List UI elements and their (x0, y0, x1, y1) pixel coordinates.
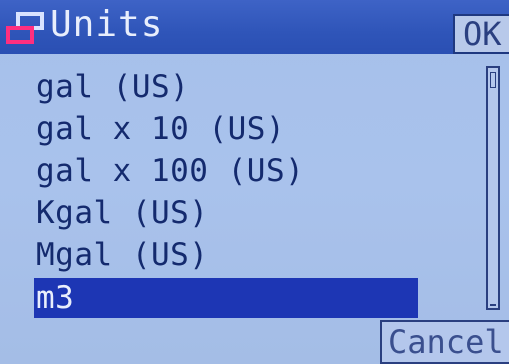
scroll-thumb[interactable] (490, 72, 496, 88)
list-item[interactable]: gal (US) (34, 66, 424, 108)
windows-icon (6, 12, 44, 44)
scroll-end-marker (490, 300, 496, 306)
units-dialog: Units OK gal (US) gal x 10 (US) gal x 10… (0, 0, 509, 364)
cancel-button[interactable]: Cancel (380, 320, 509, 364)
list-item[interactable]: gal x 100 (US) (34, 150, 424, 192)
scrollbar[interactable] (486, 66, 500, 310)
list-item[interactable]: Mgal (US) (34, 234, 424, 276)
units-list[interactable]: gal (US) gal x 10 (US) gal x 100 (US) Kg… (34, 66, 424, 318)
dialog-title: Units (50, 4, 164, 45)
list-item-selected[interactable]: m3 (34, 278, 418, 318)
title-bar: Units OK (0, 0, 509, 54)
list-item[interactable]: gal x 10 (US) (34, 108, 424, 150)
list-item[interactable]: Kgal (US) (34, 192, 424, 234)
ok-button[interactable]: OK (453, 14, 509, 54)
